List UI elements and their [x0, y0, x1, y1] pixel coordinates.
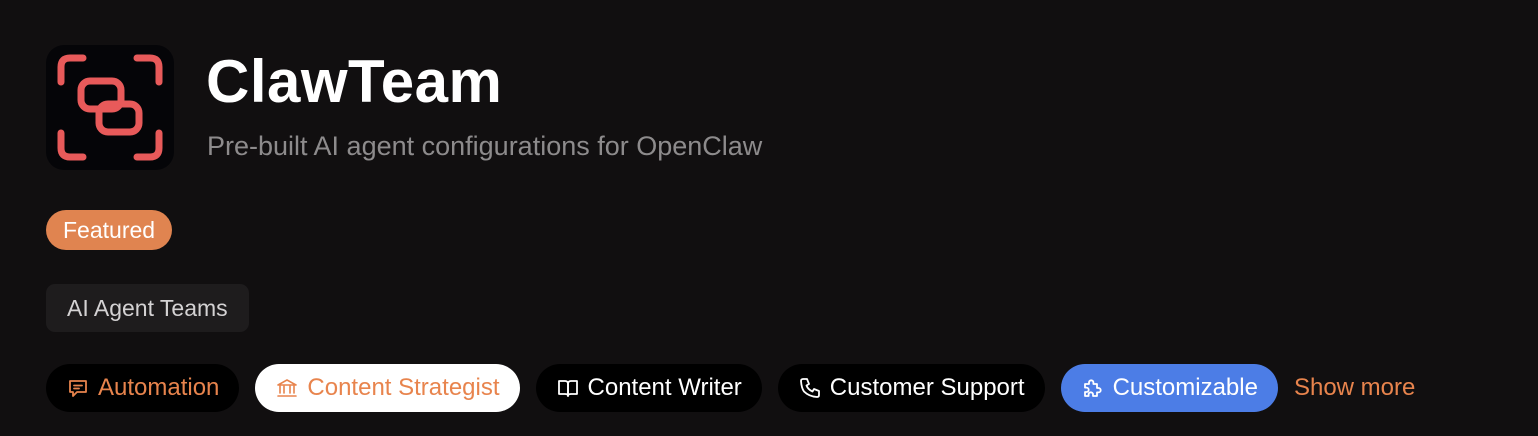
app-logo — [46, 45, 174, 170]
claw-scan-logo-icon — [57, 54, 163, 161]
chat-bubble-icon — [69, 380, 87, 397]
tag-label: Automation — [98, 374, 220, 401]
tag-list: Automation Content Strategist Content Wr… — [46, 364, 1415, 412]
tag-label: Content Strategist — [307, 374, 500, 401]
app-tagline: Pre-built AI agent configurations for Op… — [207, 131, 763, 161]
app-title: ClawTeam — [206, 48, 503, 115]
bank-icon — [277, 379, 298, 397]
tag-content-strategist[interactable]: Content Strategist — [255, 364, 520, 412]
tag-label: Customizable — [1112, 374, 1258, 401]
tag-content-writer[interactable]: Content Writer — [535, 364, 762, 412]
tag-automation[interactable]: Automation — [46, 364, 240, 412]
tag-label: Customer Support — [829, 374, 1025, 401]
show-more-link[interactable]: Show more — [1294, 374, 1415, 402]
featured-badge: Featured — [46, 210, 173, 250]
puzzle-icon — [1083, 379, 1102, 397]
open-book-icon — [557, 380, 578, 397]
tag-customizable[interactable]: Customizable — [1060, 364, 1278, 412]
phone-icon — [799, 378, 820, 398]
tag-customer-support[interactable]: Customer Support — [777, 364, 1045, 412]
tag-label: Content Writer — [587, 374, 742, 401]
category-chip[interactable]: AI Agent Teams — [46, 284, 249, 332]
